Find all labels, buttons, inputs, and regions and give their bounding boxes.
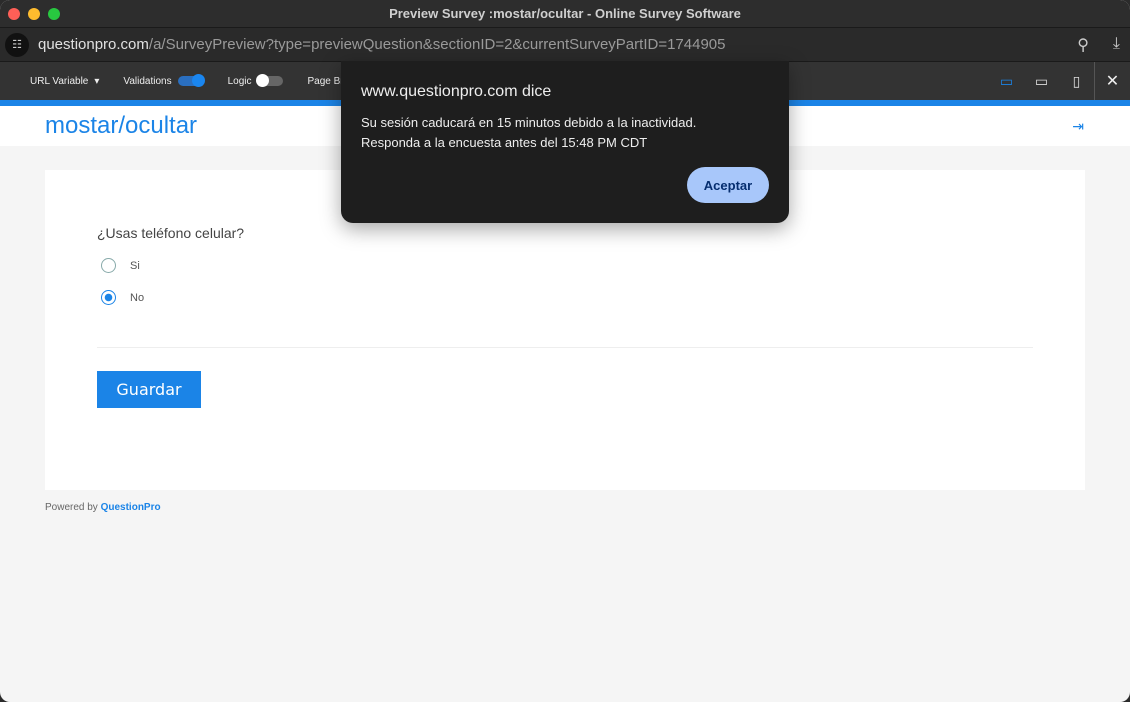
accept-button[interactable]: Aceptar (687, 167, 769, 203)
powered-by-text: Powered by (45, 502, 101, 513)
dialog-title: www.questionpro.com dice (361, 83, 552, 100)
close-window-button[interactable] (8, 8, 20, 20)
question-text: ¿Usas teléfono celular? (97, 225, 245, 241)
questionpro-link[interactable]: QuestionPro (101, 502, 161, 513)
option-label: Si (130, 259, 140, 272)
url-variable-dropdown[interactable]: URL Variable ▾ (30, 76, 99, 87)
save-button[interactable]: Guardar (97, 371, 201, 408)
caret-down-icon: ▾ (94, 75, 100, 87)
session-alert-dialog: www.questionpro.com dice Su sesión caduc… (341, 61, 789, 223)
dialog-message-line1: Su sesión caducará en 15 minutos debido … (361, 115, 697, 130)
exit-icon[interactable]: ⇥ (1072, 118, 1084, 135)
url-text[interactable]: questionpro.com/a/SurveyPreview?type=pre… (38, 36, 725, 53)
window-title: Preview Survey :mostar/ocultar - Online … (389, 6, 741, 21)
validations-toggle[interactable] (177, 74, 205, 87)
divider (97, 347, 1033, 348)
download-icon[interactable]: ⤓ (1113, 35, 1120, 55)
title-bar: Preview Survey :mostar/ocultar - Online … (0, 0, 1130, 28)
url-host: questionpro.com (38, 36, 149, 53)
logic-label: Logic (227, 75, 252, 87)
option-label: No (130, 291, 145, 304)
url-variable-label: URL Variable (30, 75, 89, 87)
desktop-view-icon[interactable]: ▭ (989, 73, 1024, 90)
option-si[interactable]: Si (101, 258, 140, 273)
survey-title: mostar/ocultar (45, 112, 198, 139)
url-path: /a/SurveyPreview?type=previewQuestion&se… (148, 36, 726, 53)
maximize-window-button[interactable] (48, 8, 60, 20)
site-settings-icon[interactable]: ☷ (5, 32, 29, 57)
minimize-window-button[interactable] (28, 8, 40, 20)
validations-label: Validations (123, 75, 172, 87)
zoom-icon[interactable]: ⚲ (1077, 35, 1089, 55)
radio-si[interactable] (101, 258, 116, 273)
browser-window: Preview Survey :mostar/ocultar - Online … (0, 0, 1130, 702)
radio-no[interactable] (101, 290, 116, 305)
mobile-view-icon[interactable]: ▯ (1059, 73, 1094, 90)
logic-toggle[interactable] (256, 74, 284, 87)
option-no[interactable]: No (101, 290, 144, 305)
page-break-label: Page Br (307, 75, 344, 87)
address-bar[interactable]: ☷ questionpro.com/a/SurveyPreview?type=p… (0, 28, 1130, 62)
close-preview-icon[interactable]: ✕ (1094, 62, 1130, 100)
tablet-view-icon[interactable]: ▭ (1024, 73, 1059, 90)
powered-by: Powered by QuestionPro (45, 502, 161, 513)
dialog-message-line2: Responda a la encuesta antes del 15:48 P… (361, 135, 648, 150)
